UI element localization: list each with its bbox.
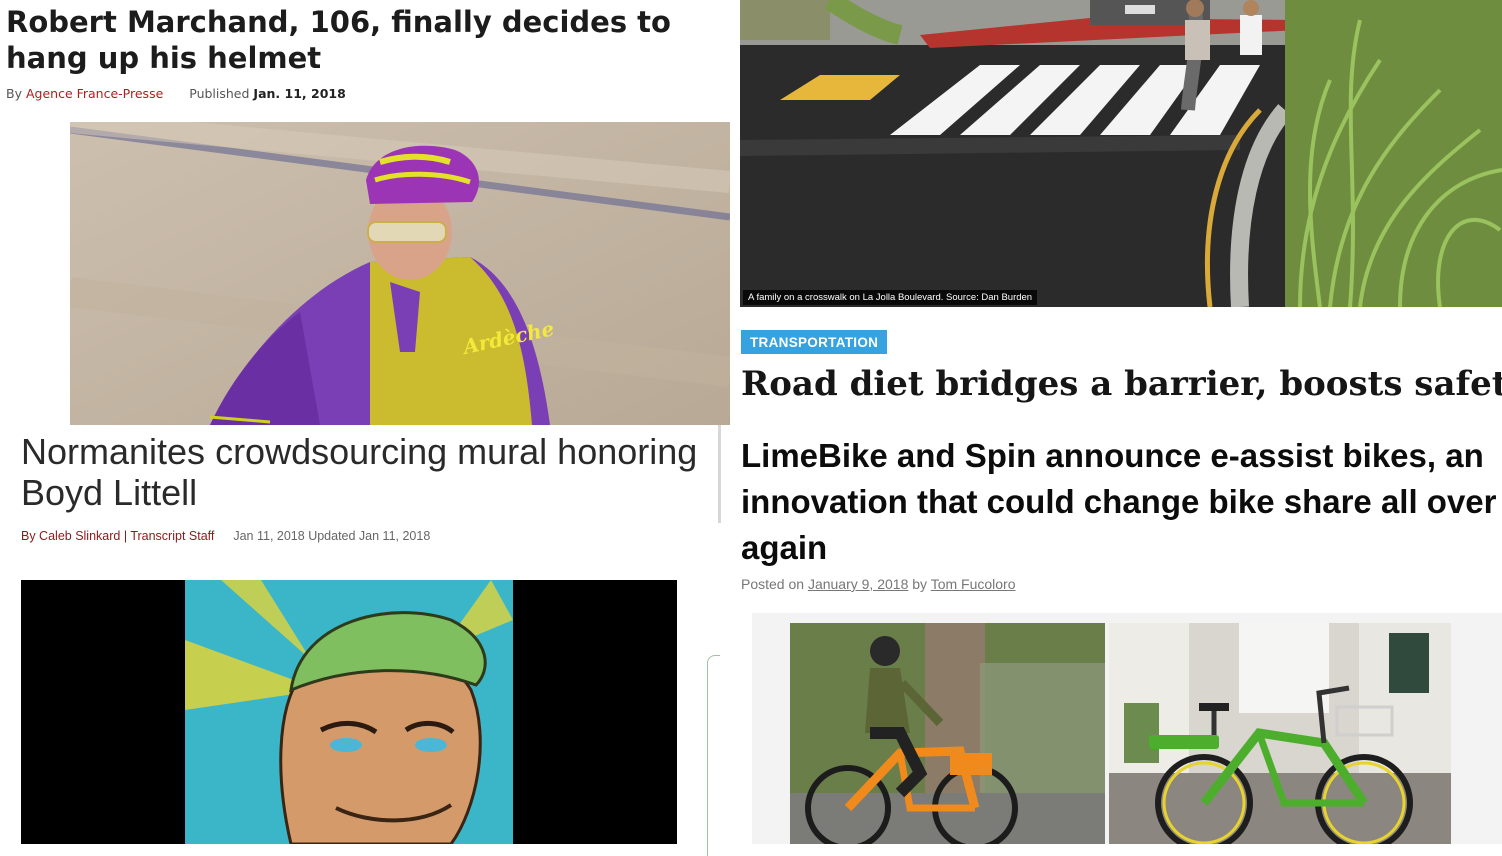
byline-limebike: Posted on January 9, 2018 by Tom Fucolor…: [741, 576, 1016, 592]
by-label: by: [912, 576, 928, 592]
headline-road-diet[interactable]: Road diet bridges a barrier, boosts safe…: [741, 360, 1502, 408]
date-link[interactable]: January 9, 2018: [808, 576, 908, 592]
headline-marchand[interactable]: Robert Marchand, 106, finally decides to…: [6, 4, 726, 76]
article-road-diet: A family on a crosswalk on La Jolla Boul…: [740, 0, 1502, 412]
article-mural: Normanites crowdsourcing mural honoring …: [0, 425, 720, 844]
article-limebike: LimeBike and Spin announce e-assist bike…: [740, 425, 1502, 844]
category-tag[interactable]: TRANSPORTATION: [741, 330, 888, 354]
headline-limebike[interactable]: LimeBike and Spin announce e-assist bike…: [741, 433, 1499, 571]
divider: [707, 655, 720, 856]
posted-label: Posted on: [741, 576, 805, 592]
byline-marchand: By Agence France-Presse Published Jan. 1…: [6, 86, 346, 101]
spin-bike-photo[interactable]: [790, 623, 1105, 844]
published-label: Published: [189, 86, 250, 101]
author-link[interactable]: Agence France-Presse: [26, 86, 163, 101]
publish-date: Jan 11, 2018 Updated Jan 11, 2018: [233, 529, 431, 543]
mural-image[interactable]: [21, 580, 677, 844]
divider: [718, 425, 721, 523]
crosswalk-photo[interactable]: [740, 0, 1502, 307]
headline-mural[interactable]: Normanites crowdsourcing mural honoring …: [21, 431, 720, 513]
author-link[interactable]: By Caleb Slinkard | Transcript Staff: [21, 529, 214, 543]
limebike-photo[interactable]: [1109, 623, 1451, 844]
cyclist-photo[interactable]: Ardèche: [70, 122, 730, 425]
article-marchand: Robert Marchand, 106, finally decides to…: [0, 0, 730, 425]
bike-photos: [752, 613, 1502, 844]
photo-caption: A family on a crosswalk on La Jolla Boul…: [743, 290, 1038, 305]
byline-mural: By Caleb Slinkard | Transcript Staff Jan…: [21, 529, 430, 543]
publish-date: Jan. 11, 2018: [253, 86, 346, 101]
by-label: By: [6, 86, 22, 101]
author-link[interactable]: Tom Fucoloro: [931, 576, 1016, 592]
